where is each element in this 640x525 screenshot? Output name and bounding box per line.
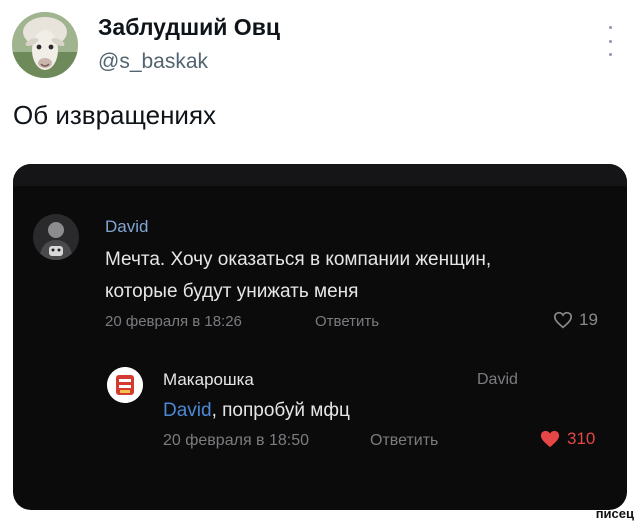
embedded-screenshot[interactable]: David Мечта. Хочу оказаться в компании ж… (13, 164, 627, 510)
comment-body: , попробуй мфц (211, 400, 350, 421)
comment-author[interactable]: Макарошка (163, 370, 254, 390)
tweet-text: Об извращениях (13, 100, 217, 130)
like-button[interactable]: 310 (539, 429, 595, 449)
sheep-avatar-image (12, 12, 78, 78)
author-avatar[interactable] (12, 12, 78, 78)
author-name[interactable]: Заблудший Овц (98, 14, 280, 41)
watermark: писец (595, 506, 634, 521)
david-avatar-image (33, 214, 79, 260)
makaroshka-avatar-image (107, 367, 143, 403)
mention-link[interactable]: David (163, 400, 212, 421)
commenter-avatar[interactable] (33, 214, 79, 260)
like-count: 19 (579, 310, 598, 329)
comment-text: David, попробуй мфц (163, 395, 350, 427)
reply-button[interactable]: Ответить (315, 313, 379, 330)
comment-text-line2: которые будут унижать меня (105, 281, 359, 302)
like-count: 310 (567, 429, 596, 448)
author-handle[interactable]: @s_baskak (98, 50, 208, 74)
heart-filled-icon (540, 430, 560, 448)
reply-to-name[interactable]: David (477, 371, 518, 389)
more-options-icon[interactable] (603, 26, 617, 56)
reply-button[interactable]: Ответить (370, 432, 438, 450)
comment-date: 20 февраля в 18:26 (105, 313, 242, 330)
heart-outline-icon (553, 311, 573, 329)
comment-text-line1: Мечта. Хочу оказаться в компании женщин, (105, 249, 492, 270)
comment-author[interactable]: David (105, 217, 148, 237)
comment-date: 20 февраля в 18:50 (163, 432, 310, 449)
commenter-avatar[interactable] (107, 367, 143, 403)
embed-top-strip (13, 164, 627, 186)
like-button[interactable]: 19 (553, 310, 598, 330)
